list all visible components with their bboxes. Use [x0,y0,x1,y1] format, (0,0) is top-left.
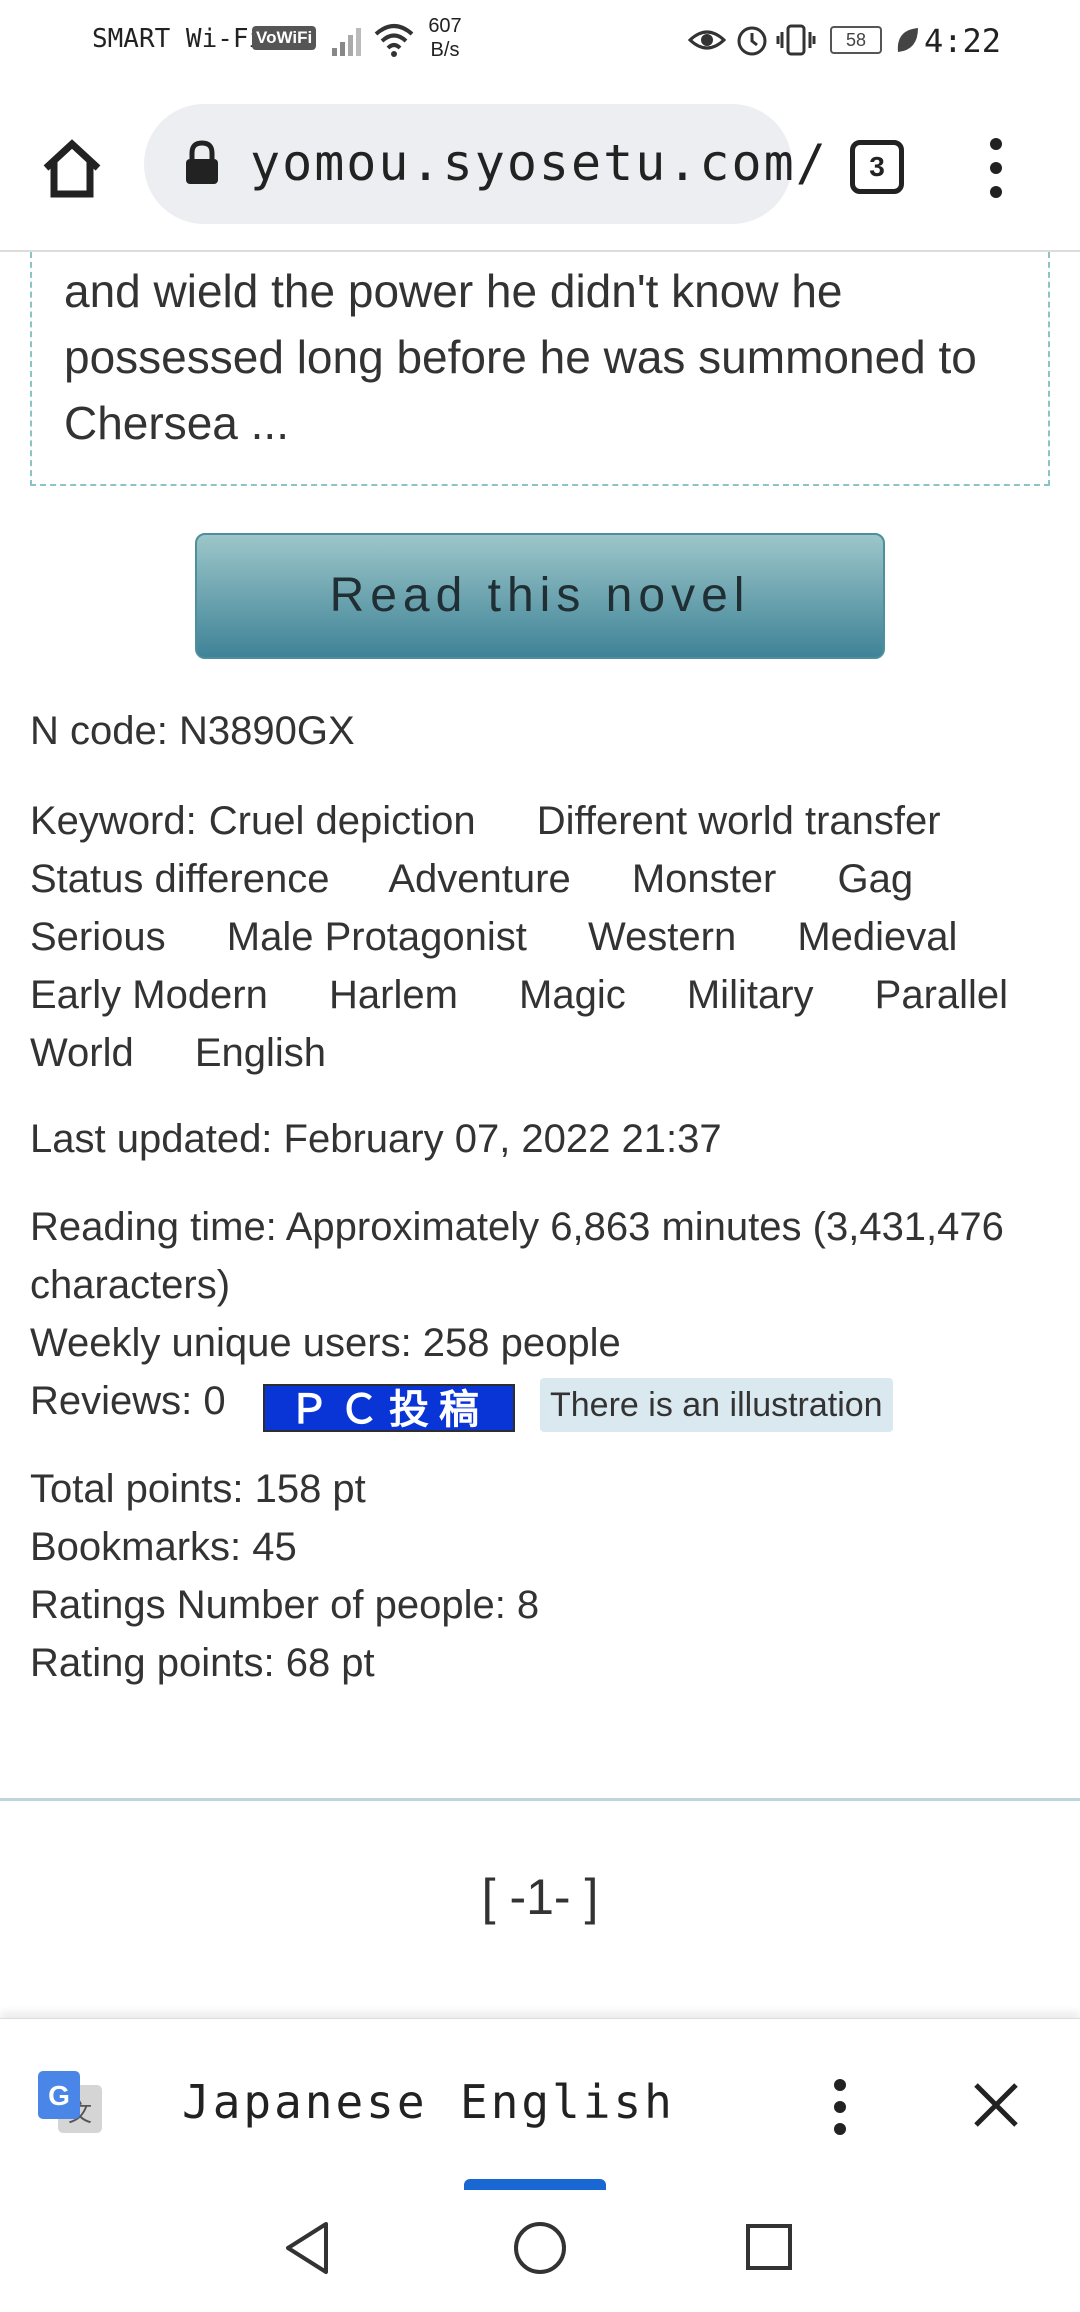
speed-value: 607 [428,15,462,37]
weekly-users-text: Weekly unique users: 258 people [30,1321,621,1365]
keyword-item[interactable]: Gag [837,857,913,901]
keyword-item[interactable]: Serious [30,915,166,959]
source-language-tab[interactable]: Japanese [182,2075,428,2129]
lock-icon [186,140,218,184]
reading-time-cont-text: characters) [30,1263,231,1307]
keyword-item[interactable]: English [195,1031,326,1075]
system-nav-bar [0,2190,1080,2312]
keyword-item[interactable]: Early Modern [30,973,268,1017]
keyword-item[interactable]: Harlem [329,973,458,1017]
speed-unit: B/s [430,39,460,61]
vowifi-badge: VoWiFi [252,26,317,50]
summary-text: and wield the power he didn't know he po… [64,265,977,449]
recents-square-icon[interactable] [744,2222,794,2272]
pc-post-badge: ＰＣ投稿 [263,1384,515,1433]
battery-indicator: 58 [830,26,882,54]
power-saving-leaf-icon [897,28,918,52]
read-novel-button[interactable]: Read this novel [195,533,885,659]
reading-time-text: Reading time: Approximately 6,863 minute… [30,1205,1004,1249]
summary-box: and wield the power he didn't know he po… [30,252,1050,486]
keyword-item[interactable]: Status difference [30,857,329,901]
section-divider [0,1798,1080,1801]
illustration-badge: There is an illustration [540,1378,893,1432]
cellular-signal-icon [332,28,361,56]
vibrate-icon [776,24,816,56]
svg-text:G: G [48,2080,70,2111]
close-icon[interactable] [972,2081,1020,2129]
home-icon[interactable] [40,138,104,198]
keyword-list: Keyword: Cruel depiction Different world … [30,792,1050,1082]
ratings-people-text: Ratings Number of people: 8 [30,1583,540,1627]
translate-more-icon[interactable] [828,2077,852,2137]
keyword-item[interactable]: Monster [632,857,777,901]
carrier-label: SMART Wi-Fi [92,24,265,54]
keyword-item[interactable]: Different world transfer [537,799,941,843]
bookmarks-text: Bookmarks: 45 [30,1525,297,1569]
address-bar[interactable]: yomou.syosetu.com/ [144,104,826,224]
keyword-item[interactable]: Medieval [797,915,957,959]
ncode-text: N code: N3890GX [30,709,355,753]
keyword-label: Keyword: [30,799,197,843]
eye-comfort-icon [688,30,726,50]
keyword-item[interactable]: Magic [519,973,626,1017]
network-speed: 607 B/s [420,14,470,62]
back-triangle-icon[interactable] [282,2220,332,2276]
url-text: yomou.syosetu.com/ [250,134,828,192]
keyword-item[interactable]: Male Protagonist [227,915,527,959]
home-circle-icon[interactable] [512,2220,568,2276]
status-bar: SMART Wi-Fi VoWiFi 607 B/s 58 4:22 [0,0,1080,80]
reviews-text: Reviews: 0 [30,1379,226,1423]
more-vert-icon[interactable] [984,136,1008,200]
total-points-text: Total points: 158 pt [30,1467,366,1511]
keyword-item[interactable]: Cruel depiction [209,799,476,843]
alarm-icon [737,26,767,56]
keyword-item[interactable]: Military [687,973,814,1017]
keyword-item[interactable]: Adventure [388,857,570,901]
google-translate-icon[interactable]: 文 G [36,2069,106,2139]
keyword-item[interactable]: Western [588,915,736,959]
clock: 4:22 [924,22,1002,60]
rating-points-text: Rating points: 68 pt [30,1641,375,1685]
tab-switcher-button[interactable]: 3 [850,140,904,194]
wifi-icon [374,24,414,57]
last-updated-text: Last updated: February 07, 2022 21:37 [30,1117,722,1161]
translate-bar: 文 G Japanese English [0,2018,1080,2191]
browser-toolbar: yomou.syosetu.com/ 3 [0,80,1080,252]
target-language-tab[interactable]: English [460,2075,675,2129]
page-indicator[interactable]: [ -1- ] [0,1868,1080,1926]
